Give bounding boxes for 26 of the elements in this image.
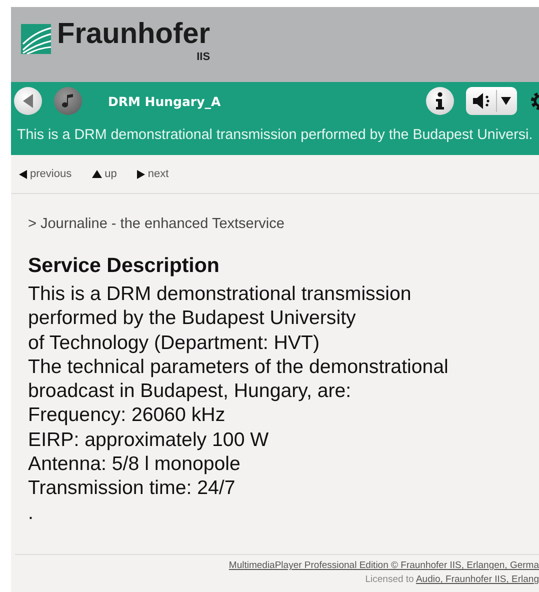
logo-text: Fraunhofer	[57, 17, 210, 51]
back-arrow-icon	[21, 93, 35, 109]
license-label: Licensed to	[365, 574, 414, 585]
right-triangle-icon	[136, 170, 145, 178]
ticker-text: This is a DRM demonstrational transmission performed by the Budapest Universi.	[16, 127, 534, 143]
article-text: This is a DRM demonstrational transmission performed by the Budapest University of Technology (Department: HVT) The technical parameters of the demonstrational broadcast in Budapest, Hungary, are: Frequency: 26060 kHz EIRP: approximately 100 W Antenna: 5/8 l monopole Transmission time: 24/7 .	[28, 282, 450, 525]
left-triangle-icon	[19, 170, 27, 178]
volume-dropdown[interactable]	[466, 87, 517, 115]
nav-link[interactable]: next	[136, 168, 169, 180]
logo-subtext: IIS	[196, 51, 210, 63]
info-icon	[435, 92, 445, 110]
back-button[interactable]	[14, 87, 42, 115]
service-title: DRM Hungary_A	[108, 94, 221, 108]
info-button[interactable]	[426, 87, 454, 115]
speaker-icon	[472, 92, 492, 110]
nav-link[interactable]: previous	[19, 168, 72, 180]
licensee-link[interactable]: Audio, Fraunhofer IIS, Erlang	[416, 574, 539, 585]
nav-link[interactable]: up	[92, 168, 117, 180]
music-note-button[interactable]	[54, 87, 82, 115]
caret-icon	[501, 97, 511, 105]
music-note-icon	[61, 93, 75, 109]
article-heading: Service Description	[28, 254, 220, 278]
up-triangle-icon	[92, 170, 102, 178]
copyright-link[interactable]: MultimediaPlayer Professional Edition © Fraunhofer IIS, Erlangen, Germa	[228, 560, 539, 571]
breadcrumb-text: > Journaline - the enhanced Textservice	[28, 216, 286, 232]
logo-icon	[21, 24, 51, 54]
